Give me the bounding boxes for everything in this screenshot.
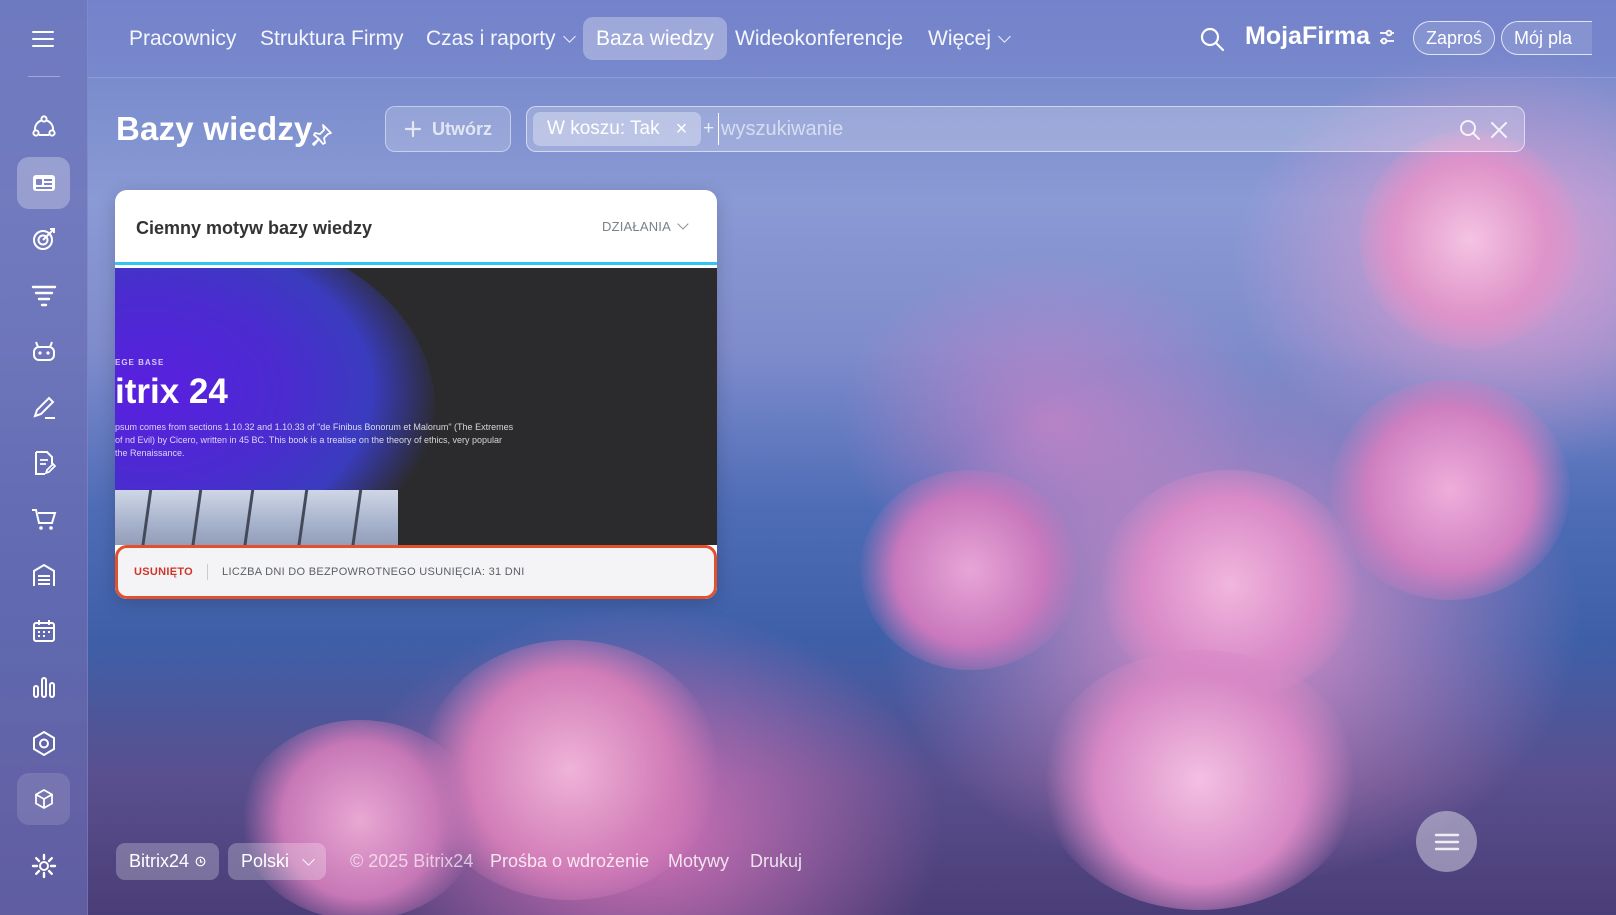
status-divider: [207, 564, 209, 580]
sidebar-item-store[interactable]: [17, 549, 70, 601]
chat-button[interactable]: [1416, 811, 1477, 872]
footer-link-themes[interactable]: Motywy: [668, 851, 729, 872]
clock-icon: [195, 856, 206, 867]
sidebar-item-target[interactable]: [17, 213, 70, 265]
plus-icon: [404, 120, 422, 138]
company-brand[interactable]: MojaFirma: [1245, 22, 1396, 51]
create-button[interactable]: Utwórz: [385, 106, 511, 152]
sidebar-item-analytics[interactable]: [17, 661, 70, 713]
footer-link-print[interactable]: Drukuj: [750, 851, 802, 872]
card-status-bar: USUNIĘTO LICZBA DNI DO BEZPOWROTNEGO USU…: [115, 545, 717, 599]
nav-item-employees[interactable]: Pracownicy: [116, 17, 249, 60]
left-sidebar: [0, 0, 88, 915]
funnel-icon: [31, 285, 56, 307]
card-preview[interactable]: EGE BASE itrix 24 psum comes from sectio…: [115, 268, 717, 545]
background-flower: [1040, 650, 1360, 910]
footer-link-implementation[interactable]: Prośba o wdrożenie: [490, 851, 649, 872]
calendar-icon: [32, 620, 55, 642]
sidebar-item-funnel[interactable]: [17, 269, 70, 321]
remove-filter-icon[interactable]: ×: [676, 118, 688, 141]
sidebar-item-shop[interactable]: [17, 493, 70, 545]
nav-item-more[interactable]: Więcej: [915, 17, 1022, 60]
nav-item-company-structure[interactable]: Struktura Firmy: [247, 17, 417, 60]
search-input[interactable]: [718, 113, 1438, 145]
chevron-down-icon: [302, 852, 315, 866]
chevron-down-icon: [562, 29, 576, 43]
background-flower: [860, 470, 1080, 670]
search-icon[interactable]: [1458, 118, 1482, 142]
target-icon: [32, 228, 55, 250]
menu-burger-icon[interactable]: [24, 26, 62, 52]
nav-item-knowledge-base[interactable]: Baza wiedzy: [583, 17, 727, 60]
filter-search-box[interactable]: W koszu: Tak × +: [526, 106, 1525, 152]
filter-tag-trash[interactable]: W koszu: Tak ×: [533, 112, 702, 146]
sidebar-divider: [28, 76, 60, 77]
pin-icon[interactable]: [308, 122, 334, 148]
cart-icon: [31, 509, 56, 530]
background-flower: [1360, 130, 1580, 350]
language-selector[interactable]: Polski: [228, 843, 327, 880]
card-title[interactable]: Ciemny motyw bazy wiedzy: [136, 218, 372, 239]
pencil-icon: [32, 396, 55, 419]
preview-overline: EGE BASE: [115, 358, 165, 367]
top-navigation: Pracownicy Struktura Firmy Czas i raport…: [88, 0, 1616, 78]
store-icon: [32, 563, 55, 586]
knowledge-base-icon: [32, 175, 55, 191]
sidebar-item-settings[interactable]: [17, 840, 70, 892]
background-flower: [1100, 470, 1360, 700]
settings-icon: [31, 853, 56, 879]
sidebar-item-editor[interactable]: [17, 381, 70, 433]
document-edit-icon: [34, 451, 56, 475]
sidebar-item-hub[interactable]: [17, 101, 70, 153]
background-flower: [240, 720, 480, 915]
background-flower: [1330, 380, 1570, 600]
deleted-badge: USUNIĘTO: [134, 566, 194, 578]
clear-icon[interactable]: [1487, 118, 1511, 142]
page-title: Bazy wiedzy: [116, 110, 313, 147]
preview-heading: itrix 24: [115, 372, 228, 411]
robot-icon: [32, 341, 55, 361]
sidebar-item-documents[interactable]: [17, 437, 70, 489]
knowledge-base-card[interactable]: Ciemny motyw bazy wiedzy DZIAŁANIA EGE B…: [115, 190, 717, 599]
hub-icon: [31, 115, 56, 137]
sidebar-item-calendar[interactable]: [17, 605, 70, 657]
sidebar-item-security[interactable]: [17, 717, 70, 769]
preview-text: psum comes from sections 1.10.32 and 1.1…: [115, 422, 514, 458]
search-icon[interactable]: [1198, 25, 1226, 53]
nav-item-time-reports[interactable]: Czas i raporty: [413, 17, 587, 60]
sidebar-item-robot[interactable]: [17, 325, 70, 377]
analytics-icon: [32, 677, 55, 698]
sliders-icon[interactable]: [1378, 28, 1396, 46]
box-icon: [34, 788, 53, 810]
preview-photo: [115, 490, 398, 545]
sidebar-item-market[interactable]: [17, 773, 70, 825]
hexagon-icon: [32, 730, 55, 756]
add-filter-icon[interactable]: +: [703, 118, 714, 140]
chevron-down-icon: [677, 218, 689, 230]
list-icon: [1434, 833, 1459, 850]
chevron-down-icon: [998, 29, 1011, 43]
copyright: © 2025 Bitrix24: [350, 851, 474, 871]
card-actions-dropdown[interactable]: DZIAŁANIA: [602, 218, 689, 234]
bitrix24-button[interactable]: Bitrix24: [116, 843, 220, 880]
invite-button[interactable]: Zaproś: [1413, 21, 1496, 55]
days-until-deletion: LICZBA DNI DO BEZPOWROTNEGO USUNIĘCIA: 3…: [222, 566, 525, 578]
sidebar-item-knowledge-base[interactable]: [17, 157, 70, 209]
nav-item-videoconferences[interactable]: Wideokonferencje: [722, 17, 916, 60]
card-header: Ciemny motyw bazy wiedzy DZIAŁANIA: [115, 190, 717, 265]
my-plan-button[interactable]: Mój pla: [1501, 21, 1593, 55]
